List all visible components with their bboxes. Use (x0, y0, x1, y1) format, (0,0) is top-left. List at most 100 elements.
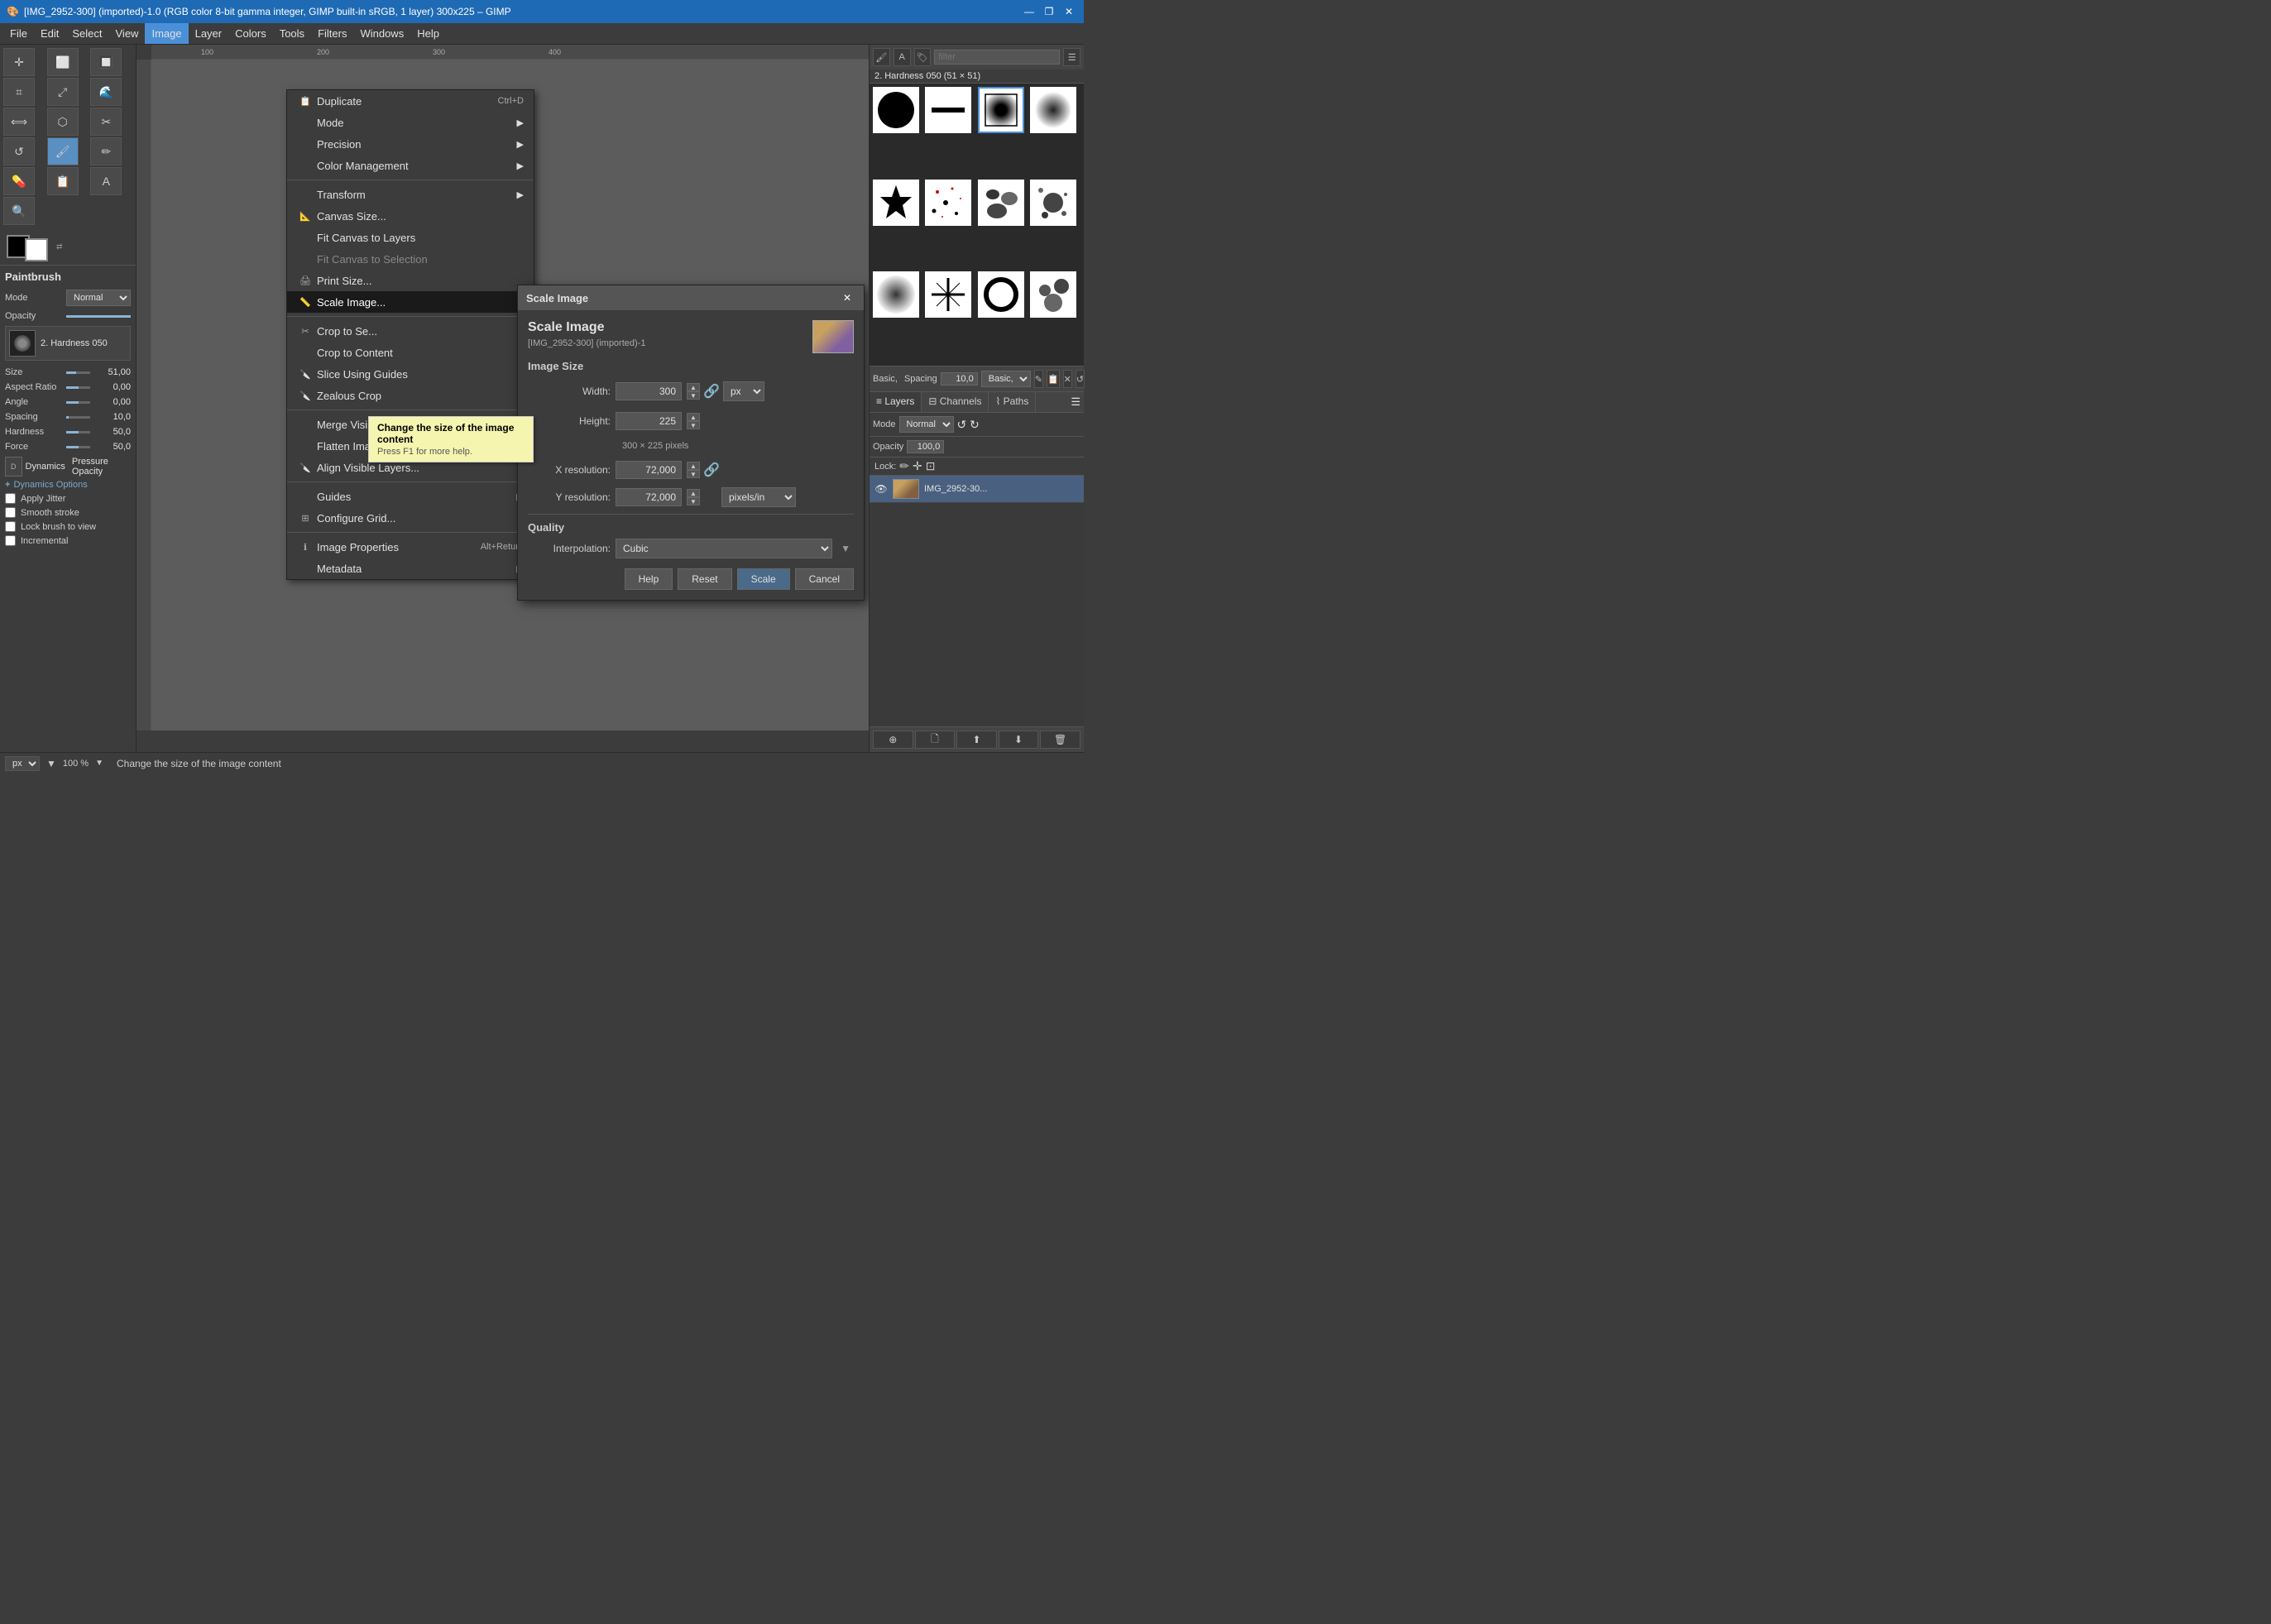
brush-copy-icon[interactable]: 📋 (1047, 370, 1060, 388)
brush-cell-star[interactable] (873, 180, 919, 226)
angle-slider[interactable] (66, 401, 90, 404)
tool-heal[interactable]: 💊 (3, 167, 35, 195)
lock-alpha-icon[interactable]: ⊡ (926, 459, 936, 473)
layers-redo-icon[interactable]: ↺ (970, 418, 980, 432)
minimize-button[interactable]: — (1021, 4, 1037, 19)
incremental-checkbox[interactable] (5, 535, 16, 546)
brush-cell-bigsoft[interactable] (1030, 87, 1076, 133)
brush-category-select[interactable]: Basic, (981, 371, 1031, 387)
menu-configure-grid[interactable]: ⊞ Configure Grid... (287, 507, 534, 529)
layer-visibility-icon[interactable]: 👁 (874, 482, 888, 496)
menu-select[interactable]: Select (65, 23, 108, 44)
height-down[interactable]: ▼ (687, 421, 700, 429)
dialog-close-button[interactable]: ✕ (839, 290, 855, 305)
res-unit-select[interactable]: pixels/inpixels/mm (721, 487, 796, 507)
menu-filters[interactable]: Filters (311, 23, 353, 44)
menu-windows[interactable]: Windows (353, 23, 410, 44)
width-up[interactable]: ▲ (687, 383, 700, 391)
cancel-button[interactable]: Cancel (795, 568, 854, 590)
tool-flip[interactable]: ⟺ (3, 108, 35, 136)
menu-metadata[interactable]: Metadata ▶ (287, 558, 534, 579)
lock-pixels-icon[interactable]: ✏ (899, 459, 909, 473)
brush-filter-input[interactable] (934, 50, 1060, 65)
spacing-slider[interactable] (66, 416, 90, 419)
delete-layer-btn[interactable]: 🗑 (1040, 731, 1080, 749)
yres-input[interactable] (616, 488, 682, 506)
menu-crop-se[interactable]: ✂ Crop to Se... (287, 320, 534, 342)
reset-button[interactable]: Reset (678, 568, 731, 590)
brush-cell-large-fuzzy[interactable] (873, 271, 919, 318)
help-button[interactable]: Help (625, 568, 673, 590)
height-up[interactable]: ▲ (687, 413, 700, 421)
dynamics-options-header[interactable]: Dynamics Options (5, 480, 131, 490)
scale-button[interactable]: Scale (737, 568, 790, 590)
xres-spinner[interactable]: ▲ ▼ (687, 462, 700, 478)
brush-cell-texture1[interactable] (978, 180, 1024, 226)
aspect-link-icon[interactable]: 🔗 (705, 379, 718, 404)
tool-paintbrush[interactable]: 🖌 (47, 137, 79, 165)
mode-select[interactable]: Normal (66, 290, 131, 306)
menu-mode[interactable]: Mode ▶ (287, 112, 534, 133)
res-link-icon[interactable]: 🔗 (705, 457, 718, 482)
brush-edit-icon[interactable]: ✎ (1034, 370, 1043, 388)
menu-file[interactable]: File (3, 23, 34, 44)
menu-help[interactable]: Help (410, 23, 446, 44)
brush-cell-line[interactable] (925, 87, 971, 133)
tool-crop[interactable]: ✂ (90, 108, 122, 136)
menu-colors[interactable]: Colors (228, 23, 273, 44)
tab-paths[interactable]: ⌇ Paths (989, 392, 1036, 412)
brush-cell-swirl[interactable] (1030, 271, 1076, 318)
menu-layer[interactable]: Layer (189, 23, 229, 44)
menu-canvas-size[interactable]: 📐 Canvas Size... (287, 205, 534, 227)
layers-mode-select[interactable]: Normal (899, 416, 954, 433)
height-spinner[interactable]: ▲ ▼ (687, 413, 700, 429)
menu-view[interactable]: View (109, 23, 146, 44)
lock-position-icon[interactable]: ✛ (913, 459, 922, 473)
opacity-slider[interactable] (66, 315, 131, 318)
tool-perspective[interactable]: ⬡ (47, 108, 79, 136)
new-layer-group-btn[interactable]: ⊕ (873, 731, 913, 749)
yres-down[interactable]: ▼ (687, 497, 700, 505)
new-layer-btn[interactable]: 🗋 (915, 731, 956, 749)
tab-channels[interactable]: ⊟ Channels (922, 392, 989, 412)
tool-rotate[interactable]: ↺ (3, 137, 35, 165)
lock-brush-checkbox[interactable] (5, 521, 16, 532)
brush-refresh-icon[interactable]: ↺ (1076, 370, 1085, 388)
tool-select-rect[interactable]: ⬜ (47, 48, 79, 76)
swap-colors-icon[interactable]: ⇄ (56, 242, 63, 252)
menu-edit[interactable]: Edit (34, 23, 65, 44)
tool-transform[interactable]: ⤢ (47, 78, 79, 106)
brush-tool-paint[interactable]: 🖌 (873, 48, 890, 66)
brush-cell-ring[interactable] (978, 271, 1024, 318)
xres-down[interactable]: ▼ (687, 470, 700, 478)
width-input[interactable] (616, 382, 682, 400)
yres-spinner[interactable]: ▲ ▼ (687, 489, 700, 505)
size-slider[interactable] (66, 371, 90, 374)
menu-guides[interactable]: Guides ▶ (287, 486, 534, 507)
brush-tool-text[interactable]: A (894, 48, 911, 66)
status-zoom-dropdown[interactable]: ▼ (95, 759, 103, 768)
menu-tools[interactable]: Tools (273, 23, 311, 44)
brush-cell-splatter[interactable] (1030, 180, 1076, 226)
xres-up[interactable]: ▲ (687, 462, 700, 470)
raise-layer-btn[interactable]: ⬆ (956, 731, 997, 749)
menu-precision[interactable]: Precision ▶ (287, 133, 534, 155)
tab-layers[interactable]: ≡ Layers (870, 392, 922, 412)
tool-pencil[interactable]: ✏ (90, 137, 122, 165)
brush-delete-icon[interactable]: ✕ (1063, 370, 1072, 388)
brush-cell-cross[interactable] (925, 271, 971, 318)
maximize-button[interactable]: ❐ (1041, 4, 1057, 19)
title-bar-controls[interactable]: — ❐ ✕ (1021, 4, 1077, 19)
smooth-stroke-checkbox[interactable] (5, 507, 16, 518)
tool-zoom[interactable]: 🔍 (3, 197, 35, 225)
brush-preview[interactable]: 2. Hardness 050 (5, 326, 131, 361)
menu-color-management[interactable]: Color Management ▶ (287, 155, 534, 176)
brush-spacing-input[interactable] (941, 372, 978, 386)
tool-select-free[interactable]: 🔲 (90, 48, 122, 76)
brush-cell-hard[interactable] (873, 87, 919, 133)
tool-move[interactable]: ✛ (3, 48, 35, 76)
status-unit-select[interactable]: px (5, 756, 40, 771)
aspect-slider[interactable] (66, 386, 90, 389)
interpolation-select[interactable]: None Linear Cubic Sinc (Lanczos3) Lohalo (616, 539, 832, 558)
menu-scale-image[interactable]: 📏 Scale Image... (287, 291, 534, 313)
